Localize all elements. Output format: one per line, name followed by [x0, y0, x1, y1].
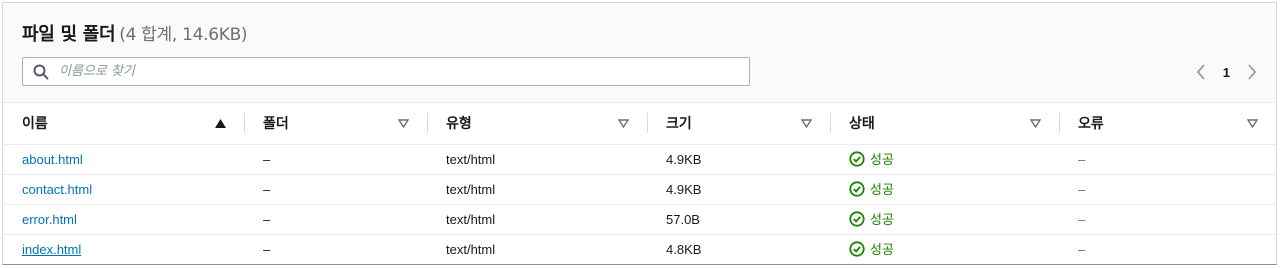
status-indicator: 성공	[849, 149, 894, 168]
success-check-icon	[849, 211, 865, 227]
status-text: 성공	[870, 243, 894, 259]
sort-unsorted-icon[interactable]	[1030, 118, 1041, 128]
column-divider[interactable]	[647, 113, 648, 133]
status-indicator: 성공	[849, 239, 894, 258]
panel-title: 파일 및 폴더 (4 합계, 14.6KB)	[22, 20, 248, 46]
column-label: 상태	[849, 116, 875, 132]
cell-error: –	[1059, 144, 1276, 175]
cell-error: –	[1059, 174, 1276, 205]
table-row: index.html – text/html 4.8KB 성공 –	[3, 235, 1276, 265]
sort-unsorted-icon[interactable]	[1247, 118, 1258, 128]
column-label: 오류	[1078, 116, 1104, 132]
column-header-error[interactable]: 오류	[1059, 102, 1276, 145]
sort-unsorted-icon[interactable]	[801, 118, 812, 128]
cell-size: 57.0B	[647, 204, 830, 235]
chevron-left-icon	[1196, 64, 1205, 80]
file-link[interactable]: about.html	[22, 152, 83, 167]
cell-folder: –	[244, 174, 427, 205]
file-count-summary: (4 합계, 14.6KB)	[119, 25, 248, 45]
column-header-folder[interactable]: 폴더	[244, 102, 427, 145]
search-icon	[33, 64, 49, 80]
table-row: contact.html – text/html 4.9KB 성공 –	[3, 174, 1276, 205]
status-text: 성공	[870, 153, 894, 169]
column-label: 이름	[22, 116, 48, 132]
sort-ascending-icon[interactable]	[215, 118, 226, 128]
files-table: 이름 폴더 유형 크기 상태 오류 about.html – text/html…	[3, 102, 1276, 264]
column-label: 유형	[446, 116, 472, 132]
files-and-folders-panel: 파일 및 폴더(4 합계, 14.6KB) 1	[2, 2, 1277, 265]
cell-status: 성공	[830, 204, 1059, 235]
cell-size: 4.9KB	[647, 144, 830, 175]
previous-page-button[interactable]	[1191, 63, 1211, 81]
cell-error: –	[1059, 204, 1276, 235]
column-divider[interactable]	[427, 113, 428, 133]
cell-name: error.html	[3, 204, 244, 235]
current-page-number[interactable]: 1	[1223, 65, 1230, 80]
status-indicator: 성공	[849, 179, 894, 198]
column-divider[interactable]	[1059, 113, 1060, 133]
success-check-icon	[849, 241, 865, 257]
cell-status: 성공	[830, 235, 1059, 265]
cell-name: about.html	[3, 144, 244, 175]
column-header-type[interactable]: 유형	[427, 102, 647, 145]
cell-folder: –	[244, 144, 427, 175]
chevron-right-icon	[1248, 64, 1257, 80]
cell-folder: –	[244, 204, 427, 235]
file-link[interactable]: index.html	[22, 242, 81, 257]
cell-size: 4.9KB	[647, 174, 830, 205]
table-header-row: 이름 폴더 유형 크기 상태 오류	[3, 102, 1276, 145]
sort-unsorted-icon[interactable]	[618, 118, 629, 128]
panel-title-text: 파일 및 폴더	[22, 24, 116, 45]
search-input[interactable]	[59, 61, 739, 82]
cell-status: 성공	[830, 174, 1059, 205]
cell-status: 성공	[830, 144, 1059, 175]
status-text: 성공	[870, 183, 894, 199]
cell-name: index.html	[3, 235, 244, 265]
search-box[interactable]	[22, 57, 750, 86]
file-link[interactable]: contact.html	[22, 182, 92, 197]
cell-folder: –	[263, 242, 271, 257]
success-check-icon	[849, 181, 865, 197]
panel-header: 파일 및 폴더(4 합계, 14.6KB) 1	[3, 3, 1276, 103]
cell-size: 4.8KB	[666, 242, 702, 257]
column-label: 폴더	[263, 116, 289, 132]
status-indicator: 성공	[849, 209, 894, 228]
table-row: error.html – text/html 57.0B 성공 –	[3, 204, 1276, 235]
sort-unsorted-icon[interactable]	[398, 118, 409, 128]
status-text: 성공	[870, 213, 894, 229]
column-header-size[interactable]: 크기	[647, 102, 830, 145]
success-check-icon	[849, 151, 865, 167]
column-header-status[interactable]: 상태	[830, 102, 1059, 145]
column-divider[interactable]	[244, 113, 245, 133]
column-divider[interactable]	[830, 113, 831, 133]
cell-type: text/html	[427, 174, 647, 205]
pagination: 1	[1191, 63, 1262, 81]
file-link[interactable]: error.html	[22, 212, 77, 227]
cell-type: text/html	[446, 242, 496, 257]
column-header-name[interactable]: 이름	[3, 102, 244, 145]
cell-type: text/html	[427, 204, 647, 235]
next-page-button[interactable]	[1242, 63, 1262, 81]
cell-type: text/html	[427, 144, 647, 175]
cell-name: contact.html	[3, 174, 244, 205]
cell-error: –	[1078, 242, 1086, 257]
column-label: 크기	[666, 116, 692, 132]
table-row: about.html – text/html 4.9KB 성공 –	[3, 144, 1276, 175]
